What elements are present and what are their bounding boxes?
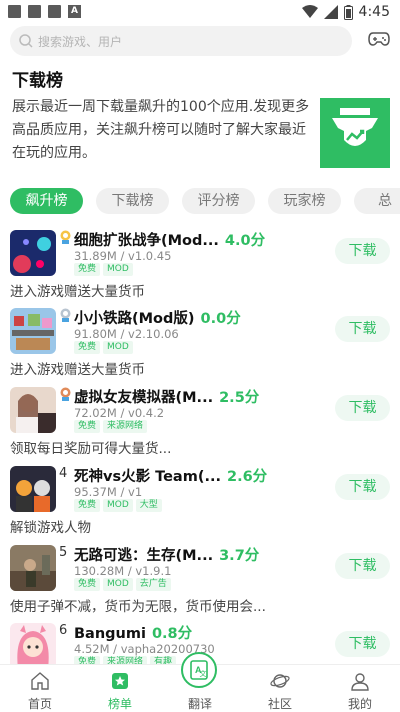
user-icon xyxy=(351,673,369,691)
rank-number: 5 xyxy=(59,545,68,560)
app-score: 3.7分 xyxy=(219,548,260,564)
tab-surge[interactable]: 飙升榜 xyxy=(10,188,83,214)
tag-badge: 来源网络 xyxy=(103,420,148,433)
notification-icon xyxy=(8,5,21,18)
list-item[interactable]: 4 死神vs火影 Team(... 2.6分 95.37M / v1 免费 MOD 大… xyxy=(0,462,400,540)
notification-a-icon: A xyxy=(68,5,81,18)
home-icon xyxy=(31,672,49,690)
page-description: 展示最近一周下载量飙升的100个应用.发现更多高品质应用，关注飙升榜可以随时了解… xyxy=(12,99,310,161)
notification-icon xyxy=(28,5,41,18)
app-icon xyxy=(10,623,56,669)
app-score: 2.6分 xyxy=(226,469,268,485)
wifi-icon xyxy=(301,5,318,18)
tab-rating[interactable]: 评分榜 xyxy=(182,188,255,214)
app-tagline: 进入游戏赠送大量货币 xyxy=(10,284,145,300)
tag-badge: 免费 xyxy=(74,578,101,591)
app-icon xyxy=(10,466,56,512)
download-button[interactable]: 下载 xyxy=(335,395,390,421)
app-icon xyxy=(10,387,56,433)
app-meta: 95.37M / v1 xyxy=(74,485,143,499)
download-button[interactable]: 下载 xyxy=(335,553,390,579)
app-score: 4.0分 xyxy=(224,233,266,249)
gamepad-icon[interactable] xyxy=(368,30,390,48)
app-icon xyxy=(10,545,56,591)
search-input[interactable]: 搜索游戏、用户 xyxy=(10,26,352,56)
ranking-tabs: 飙升榜 下载榜 评分榜 玩家榜 总 xyxy=(10,188,400,214)
tag-badge: MOD xyxy=(103,263,133,276)
ranking-icon xyxy=(112,673,128,689)
list-item[interactable]: 5 无路可逃：生存(M... 3.7分 130.28M / v1.9.1 免费 MO… xyxy=(0,541,400,619)
app-name: 小小铁路(Mod版) 0.0分 xyxy=(74,311,241,327)
notification-icon xyxy=(48,5,61,18)
nav-ranking[interactable]: 榜单 xyxy=(80,665,160,712)
app-score: 0.0分 xyxy=(200,311,241,327)
app-icon xyxy=(10,308,56,354)
status-bar: A 4:45 xyxy=(0,0,400,24)
app-meta: 72.02M / v0.4.2 xyxy=(74,406,165,420)
bronze-medal-icon xyxy=(60,387,71,401)
app-meta: 130.28M / v1.9.1 xyxy=(74,564,172,578)
gold-medal-icon xyxy=(60,230,71,244)
nav-community[interactable]: 社区 xyxy=(240,665,320,712)
app-name: 无路可逃：生存(M... 3.7分 xyxy=(74,548,260,564)
translate-button[interactable]: A文 xyxy=(181,652,217,688)
svg-text:文: 文 xyxy=(200,669,207,678)
app-tagline: 使用子弹不减，货币为无限，货币使用会... xyxy=(10,599,266,615)
app-meta: 91.80M / v2.10.06 xyxy=(74,327,179,341)
tab-players[interactable]: 玩家榜 xyxy=(268,188,341,214)
tab-downloads[interactable]: 下载榜 xyxy=(96,188,169,214)
list-item[interactable]: 虚拟女友模拟器(M... 2.5分 72.02M / v0.4.2 免费 来源网络 … xyxy=(0,383,400,461)
app-name: 细胞扩张战争(Mod... 4.0分 xyxy=(74,233,266,249)
page-title: 下载榜 xyxy=(12,71,63,91)
app-score: 0.8分 xyxy=(151,626,193,642)
tag-badge: MOD xyxy=(103,499,133,512)
download-button[interactable]: 下载 xyxy=(335,238,390,264)
app-name: 死神vs火影 Team(... 2.6分 xyxy=(74,469,268,485)
app-tagline: 进入游戏赠送大量货币 xyxy=(10,362,145,378)
list-item[interactable]: 细胞扩张战争(Mod... 4.0分 31.89M / v1.0.45 免费 MOD… xyxy=(0,226,400,304)
nav-home[interactable]: 首页 xyxy=(0,665,80,712)
clock: 4:45 xyxy=(358,4,390,20)
trophy-chart-icon xyxy=(320,98,390,168)
silver-medal-icon xyxy=(60,308,71,322)
download-button[interactable]: 下载 xyxy=(335,474,390,500)
tag-badge: MOD xyxy=(103,341,133,354)
tag-badge: 免费 xyxy=(74,341,101,354)
app-icon xyxy=(10,230,56,276)
tag-badge: 大型 xyxy=(135,499,162,512)
planet-icon xyxy=(270,674,290,688)
rank-number: 6 xyxy=(59,623,68,638)
rank-number: 4 xyxy=(59,466,68,481)
nav-profile[interactable]: 我的 xyxy=(320,665,400,712)
tag-badge: MOD xyxy=(103,578,133,591)
battery-icon xyxy=(343,4,353,20)
tab-total[interactable]: 总 xyxy=(354,188,400,214)
search-placeholder: 搜索游戏、用户 xyxy=(38,34,123,49)
app-meta: 31.89M / v1.0.45 xyxy=(74,249,172,263)
signal-icon xyxy=(323,5,338,19)
translate-icon: A文 xyxy=(190,660,208,680)
app-tagline: 领取每日奖励可得大量货... xyxy=(10,441,172,457)
tag-badge: 免费 xyxy=(74,263,101,276)
app-name: 虚拟女友模拟器(M... 2.5分 xyxy=(74,390,260,406)
tag-badge: 去广告 xyxy=(135,578,171,591)
download-button[interactable]: 下载 xyxy=(335,631,390,657)
tag-badge: 免费 xyxy=(74,420,101,433)
search-icon xyxy=(19,34,33,48)
download-button[interactable]: 下载 xyxy=(335,316,390,342)
list-item[interactable]: 小小铁路(Mod版) 0.0分 91.80M / v2.10.06 免费 MOD 进… xyxy=(0,304,400,382)
app-score: 2.5分 xyxy=(219,390,260,406)
app-name: Bangumi 0.8分 xyxy=(74,626,193,642)
app-tagline: 解锁游戏人物 xyxy=(10,520,91,536)
tag-badge: 免费 xyxy=(74,499,101,512)
